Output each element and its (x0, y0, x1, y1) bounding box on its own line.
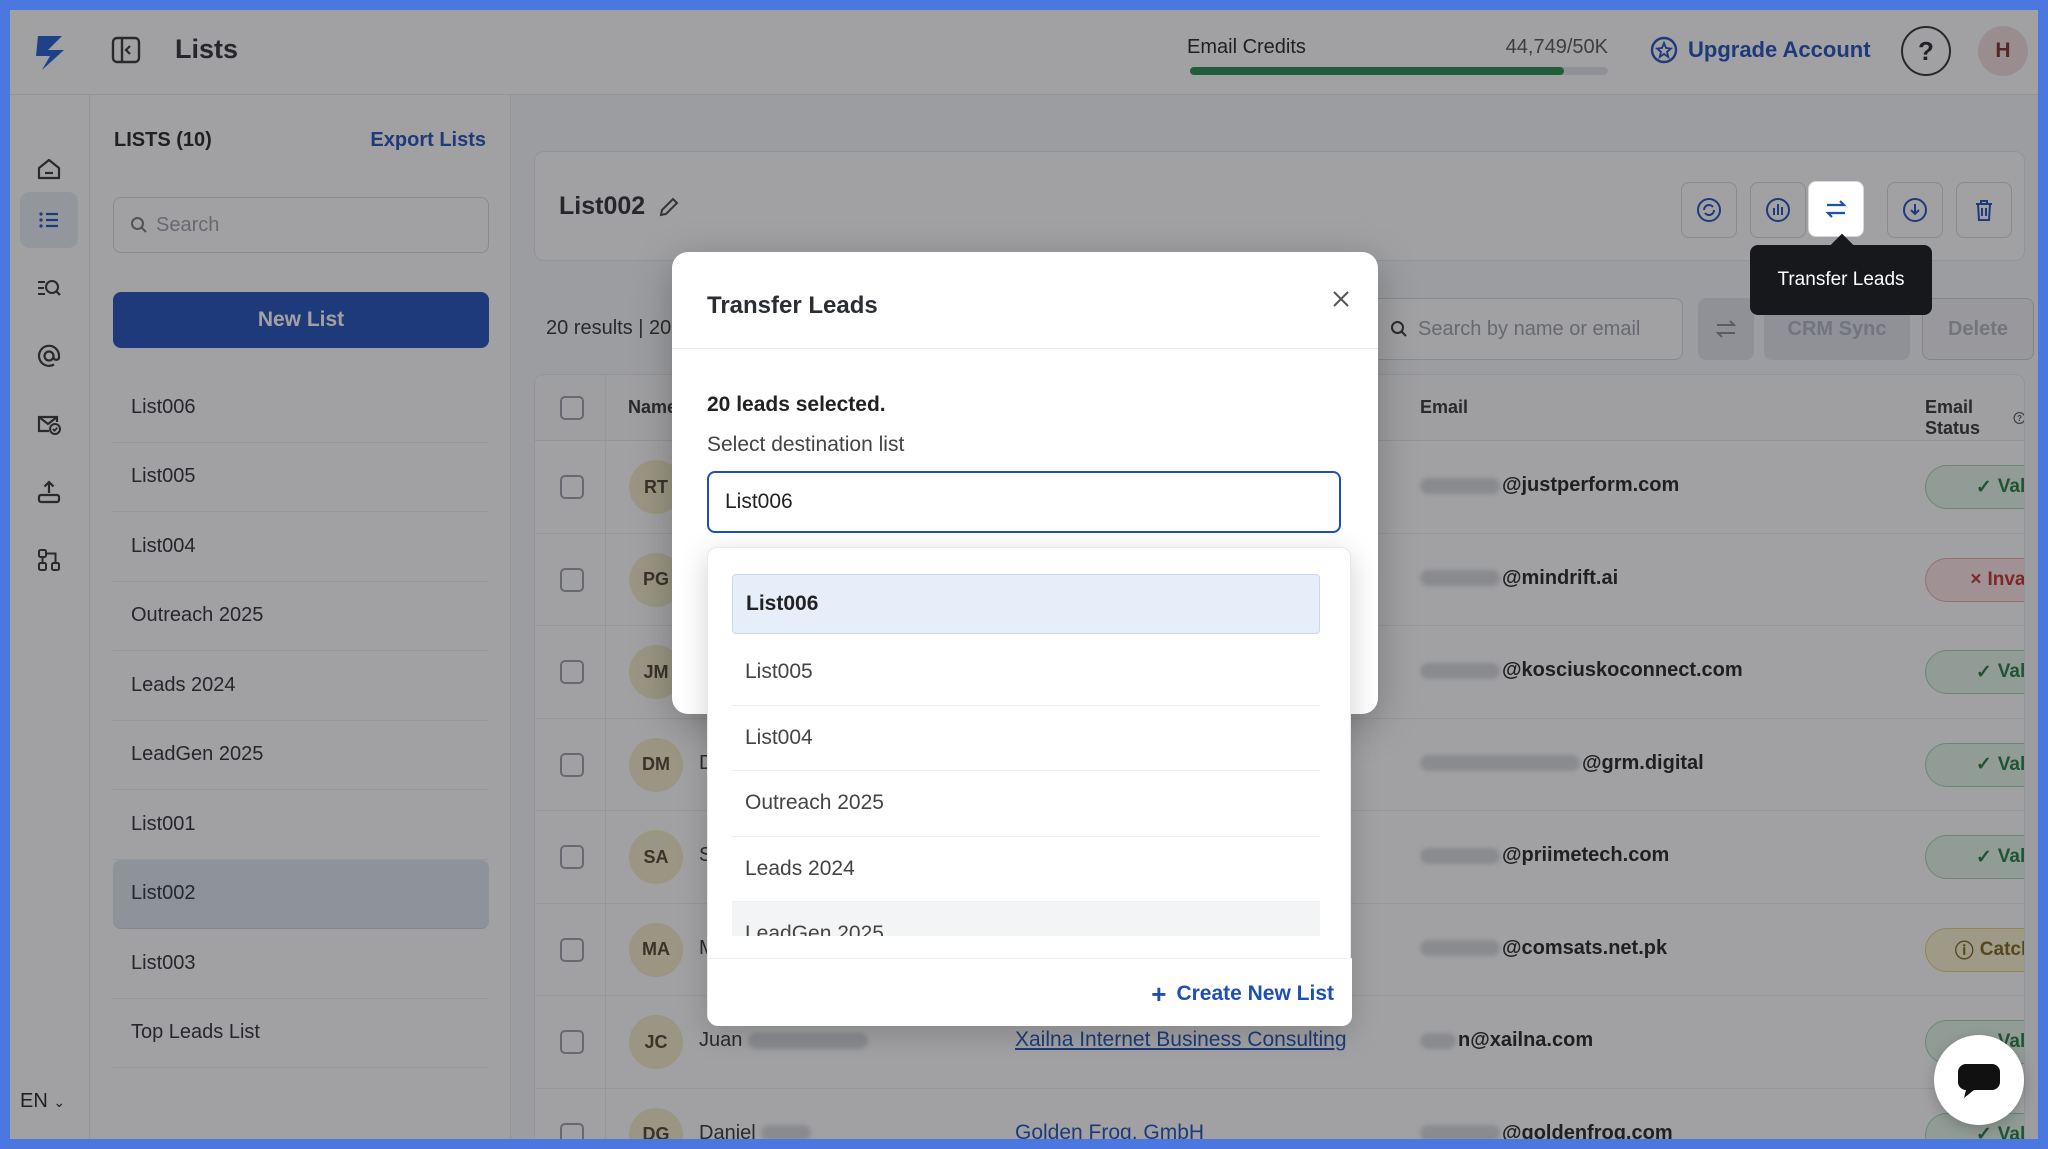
dropdown-option[interactable]: Leads 2024 (732, 837, 1320, 902)
close-button[interactable] (1326, 284, 1356, 314)
dropdown-option[interactable]: List005 (732, 640, 1320, 706)
create-new-list-label: Create New List (1176, 982, 1334, 1005)
chat-bubble-icon (1958, 1064, 2000, 1098)
dropdown-option[interactable]: Outreach 2025 (732, 771, 1320, 837)
destination-list-dropdown: List006 List005 List004 Outreach 2025 Le… (707, 547, 1352, 1026)
destination-list-label: Select destination list (707, 433, 905, 456)
dropdown-footer: + Create New List (708, 958, 1352, 1026)
selected-leads-count: 20 leads selected. (707, 393, 886, 416)
plus-icon: + (1151, 979, 1167, 1009)
modal-divider (672, 348, 1378, 349)
destination-list-select[interactable]: List006 (707, 471, 1341, 533)
dropdown-option[interactable]: LeadGen 2025 (732, 902, 1320, 936)
dropdown-option-selected[interactable]: List006 (732, 574, 1320, 634)
create-new-list-button[interactable]: + Create New List (1151, 981, 1334, 1007)
tooltip-transfer-leads: Transfer Leads (1750, 245, 1932, 315)
transfer-leads-button[interactable] (1808, 181, 1864, 237)
app-window: Lists Email Credits 44,749/50K Upgrade A… (10, 10, 2038, 1139)
dropdown-options: List006 List005 List004 Outreach 2025 Le… (732, 574, 1320, 936)
transfer-icon (1825, 200, 1847, 218)
modal-title: Transfer Leads (707, 292, 878, 319)
dropdown-option[interactable]: List004 (732, 706, 1320, 771)
chat-support-button[interactable] (1934, 1035, 2024, 1125)
close-icon (1333, 291, 1349, 307)
